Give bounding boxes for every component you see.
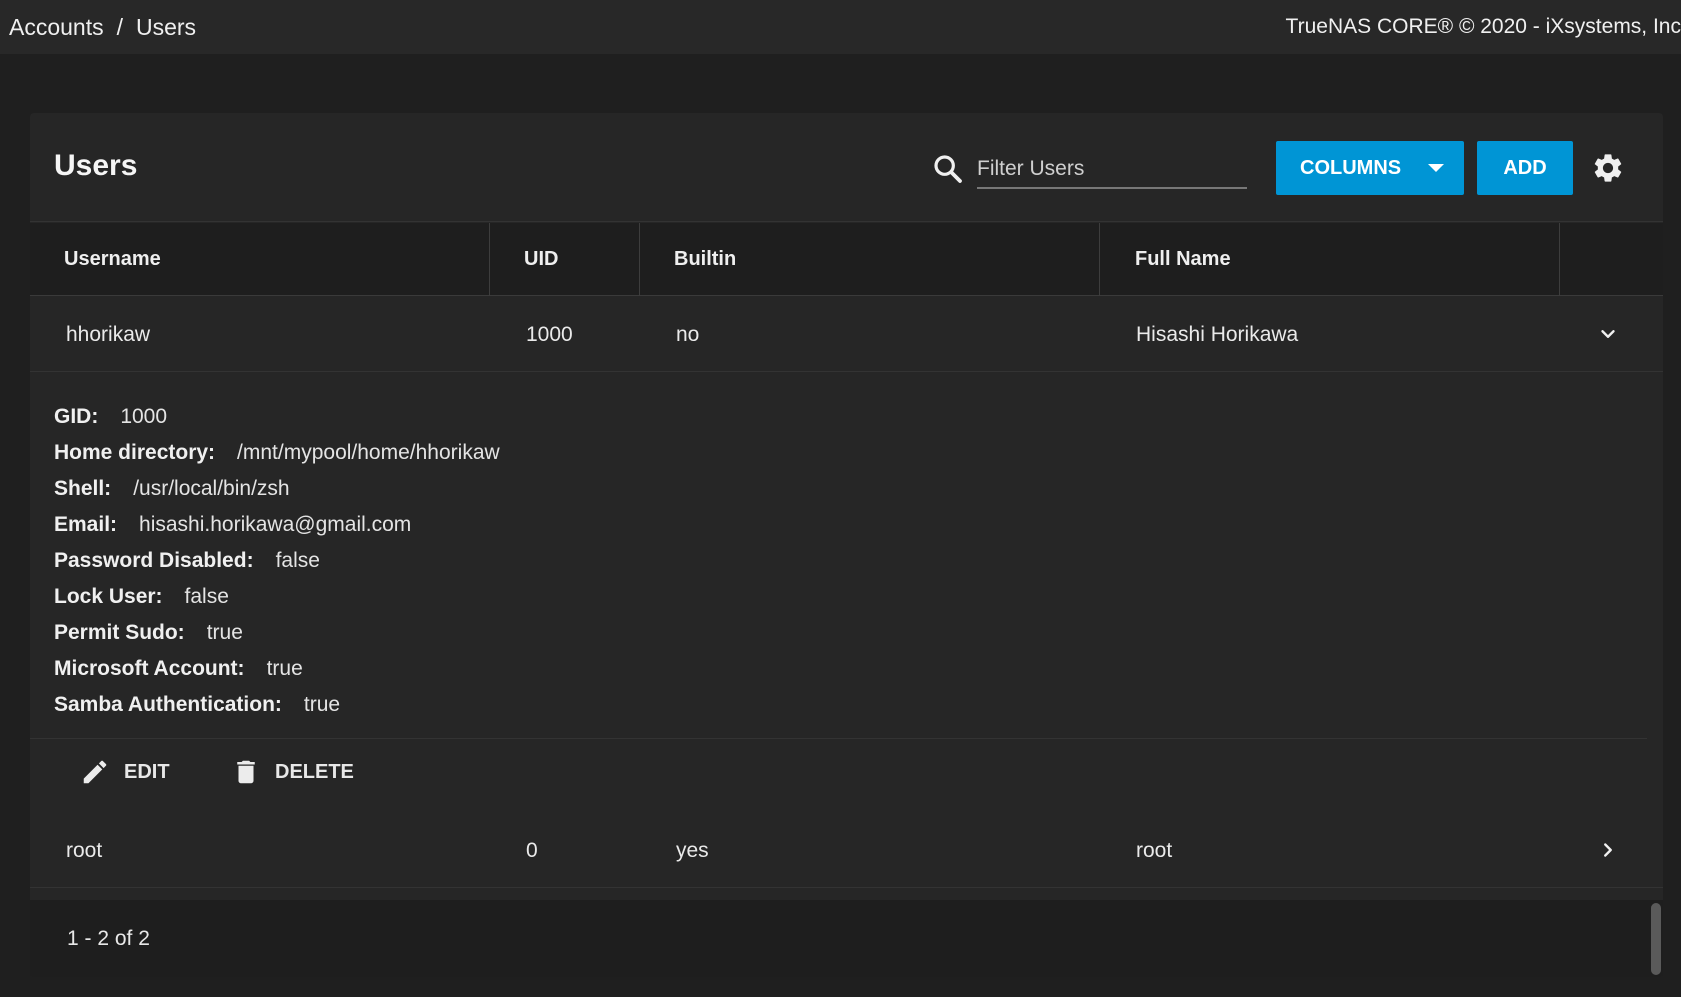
users-card: Users COLUMNS ADD Username UID Builtin F…	[30, 113, 1663, 977]
edit-button-label: EDIT	[124, 760, 170, 783]
detail-label: Lock User:	[54, 585, 163, 608]
breadcrumb: Accounts / Users	[9, 14, 196, 41]
detail-label: Permit Sudo:	[54, 621, 185, 644]
card-header: Users COLUMNS ADD	[30, 113, 1663, 222]
detail-password-disabled: Password Disabled: false	[54, 543, 500, 579]
filter-users-input[interactable]	[977, 151, 1247, 189]
chevron-down-icon[interactable]	[1597, 323, 1619, 345]
detail-permit-sudo: Permit Sudo: true	[54, 615, 500, 651]
trash-icon	[237, 760, 255, 784]
detail-value: true	[266, 657, 303, 680]
add-button[interactable]: ADD	[1477, 141, 1573, 195]
page-title: Users	[54, 149, 138, 182]
caret-down-icon	[1428, 164, 1444, 172]
delete-button[interactable]: DELETE	[231, 757, 354, 787]
detail-home-directory: Home directory: /mnt/mypool/home/hhorika…	[54, 435, 500, 471]
breadcrumb-separator: /	[116, 13, 123, 40]
cell-username: root	[66, 838, 103, 862]
delete-button-label: DELETE	[275, 760, 354, 783]
cell-builtin: no	[676, 322, 700, 346]
detail-value: hisashi.horikawa@gmail.com	[139, 513, 412, 536]
row-actions: EDIT DELETE	[30, 738, 1647, 808]
detail-label: Shell:	[54, 477, 112, 500]
cell-username: hhorikaw	[66, 322, 151, 346]
detail-label: GID:	[54, 405, 99, 428]
column-header-builtin[interactable]: Builtin	[674, 223, 736, 296]
breadcrumb-users: Users	[136, 13, 197, 40]
add-button-label: ADD	[1503, 156, 1547, 179]
cell-uid: 1000	[526, 322, 573, 346]
copyright-text: TrueNAS CORE® © 2020 - iXsystems, Inc	[1285, 15, 1681, 38]
cell-builtin: yes	[676, 838, 709, 862]
columns-button[interactable]: COLUMNS	[1276, 141, 1464, 195]
detail-label: Password Disabled:	[54, 549, 254, 572]
table-row[interactable]: root 0 yes root	[30, 813, 1663, 888]
cell-full-name: root	[1136, 838, 1173, 862]
column-header-uid[interactable]: UID	[524, 223, 558, 296]
column-header-full-name[interactable]: Full Name	[1135, 223, 1231, 296]
edit-button[interactable]: EDIT	[80, 757, 170, 787]
pencil-icon	[83, 760, 107, 784]
detail-lock-user: Lock User: false	[54, 579, 500, 615]
top-bar: Accounts / Users TrueNAS CORE® © 2020 - …	[0, 0, 1681, 54]
table-header: Username UID Builtin Full Name	[30, 223, 1663, 296]
search-icon	[934, 155, 962, 183]
cell-full-name: Hisashi Horikawa	[1136, 322, 1299, 346]
columns-button-label: COLUMNS	[1300, 156, 1402, 179]
detail-microsoft-account: Microsoft Account: true	[54, 651, 500, 687]
gear-icon[interactable]	[1591, 151, 1625, 185]
column-divider[interactable]	[1559, 223, 1560, 296]
detail-label: Samba Authentication:	[54, 693, 282, 716]
detail-label: Microsoft Account:	[54, 657, 245, 680]
column-divider[interactable]	[1099, 223, 1100, 296]
detail-value: true	[206, 621, 243, 644]
pagination-range: 1 - 2 of 2	[67, 926, 150, 950]
detail-shell: Shell: /usr/local/bin/zsh	[54, 471, 500, 507]
column-header-username[interactable]: Username	[64, 223, 161, 296]
detail-email: Email: hisashi.horikawa@gmail.com	[54, 507, 500, 543]
detail-value: /mnt/mypool/home/hhorikaw	[237, 441, 500, 464]
cell-uid: 0	[526, 838, 538, 862]
user-details: GID: 1000 Home directory: /mnt/mypool/ho…	[54, 399, 500, 723]
detail-value: false	[275, 549, 320, 572]
chevron-right-icon[interactable]	[1597, 839, 1619, 861]
table-row[interactable]: hhorikaw 1000 no Hisashi Horikawa	[30, 297, 1663, 372]
column-divider[interactable]	[489, 223, 490, 296]
detail-label: Email:	[54, 513, 118, 536]
detail-value: true	[303, 693, 341, 716]
breadcrumb-accounts[interactable]: Accounts	[9, 14, 104, 41]
detail-label: Home directory:	[54, 441, 216, 464]
detail-value: false	[184, 585, 229, 608]
detail-value: 1000	[120, 405, 168, 428]
column-divider[interactable]	[639, 223, 640, 296]
detail-samba-authentication: Samba Authentication: true	[54, 687, 500, 723]
scrollbar[interactable]	[1651, 903, 1661, 975]
detail-value: /usr/local/bin/zsh	[133, 477, 290, 500]
detail-gid: GID: 1000	[54, 399, 500, 435]
table-footer: 1 - 2 of 2	[30, 900, 1663, 977]
